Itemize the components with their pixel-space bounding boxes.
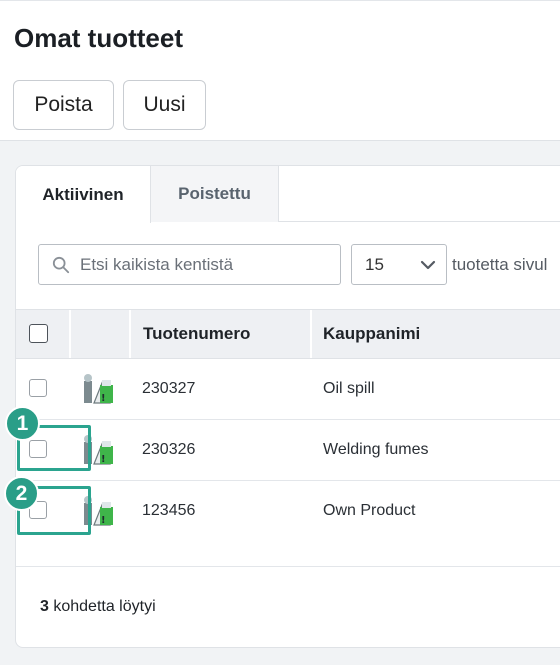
column-header-trade-name[interactable]: Kauppanimi bbox=[323, 324, 420, 344]
page-size-select[interactable]: 15 bbox=[351, 244, 447, 285]
new-button[interactable]: Uusi bbox=[123, 80, 206, 130]
column-header-product-number[interactable]: Tuotenumero bbox=[143, 324, 250, 344]
search-field[interactable] bbox=[38, 244, 341, 285]
tab-active[interactable]: Aktiivinen bbox=[16, 166, 151, 223]
chevron-down-icon bbox=[420, 260, 436, 269]
callout-badge-2: 2 bbox=[4, 476, 39, 511]
page-size-label: tuotetta sivul bbox=[452, 255, 548, 274]
table-row[interactable]: ! 123456 Own Product bbox=[16, 481, 560, 542]
products-card: Aktiivinen Poistettu 15 tuotetta sivul T… bbox=[15, 165, 560, 648]
result-count: 3 kohdetta löytyi bbox=[40, 598, 156, 616]
trade-name[interactable]: Oil spill bbox=[323, 380, 375, 398]
table-header: Tuotenumero Kauppanimi bbox=[16, 309, 560, 359]
column-divider bbox=[310, 310, 312, 358]
row-checkbox[interactable] bbox=[29, 379, 47, 397]
trade-name[interactable]: Welding fumes bbox=[323, 441, 429, 459]
page-size-value: 15 bbox=[365, 254, 384, 274]
table-row[interactable]: ! 230327 Oil spill bbox=[16, 359, 560, 420]
select-all-checkbox[interactable] bbox=[29, 324, 48, 343]
table-row[interactable]: ! 230326 Welding fumes bbox=[16, 420, 560, 481]
column-divider bbox=[129, 310, 131, 358]
product-number: 123456 bbox=[142, 502, 196, 519]
column-divider bbox=[69, 310, 71, 358]
result-count-label: kohdetta löytyi bbox=[48, 598, 156, 615]
svg-text:!: ! bbox=[101, 515, 106, 526]
search-icon bbox=[52, 256, 70, 273]
tab-deleted[interactable]: Poistettu bbox=[151, 166, 279, 222]
page-title: Omat tuotteet bbox=[14, 23, 183, 53]
product-icon: ! bbox=[84, 374, 113, 404]
result-count-number: 3 bbox=[40, 598, 49, 615]
svg-text:!: ! bbox=[101, 454, 106, 465]
svg-text:!: ! bbox=[101, 393, 106, 404]
product-number: 230327 bbox=[142, 380, 196, 397]
tab-bar: Aktiivinen Poistettu bbox=[16, 166, 560, 223]
delete-button[interactable]: Poista bbox=[13, 80, 114, 130]
product-number: 230326 bbox=[142, 441, 196, 458]
top-toolbar: Omat tuotteet Poista Uusi bbox=[0, 0, 560, 141]
callout-badge-1: 1 bbox=[5, 406, 40, 441]
search-input[interactable] bbox=[80, 254, 330, 275]
divider bbox=[16, 566, 560, 567]
trade-name[interactable]: Own Product bbox=[323, 502, 415, 520]
